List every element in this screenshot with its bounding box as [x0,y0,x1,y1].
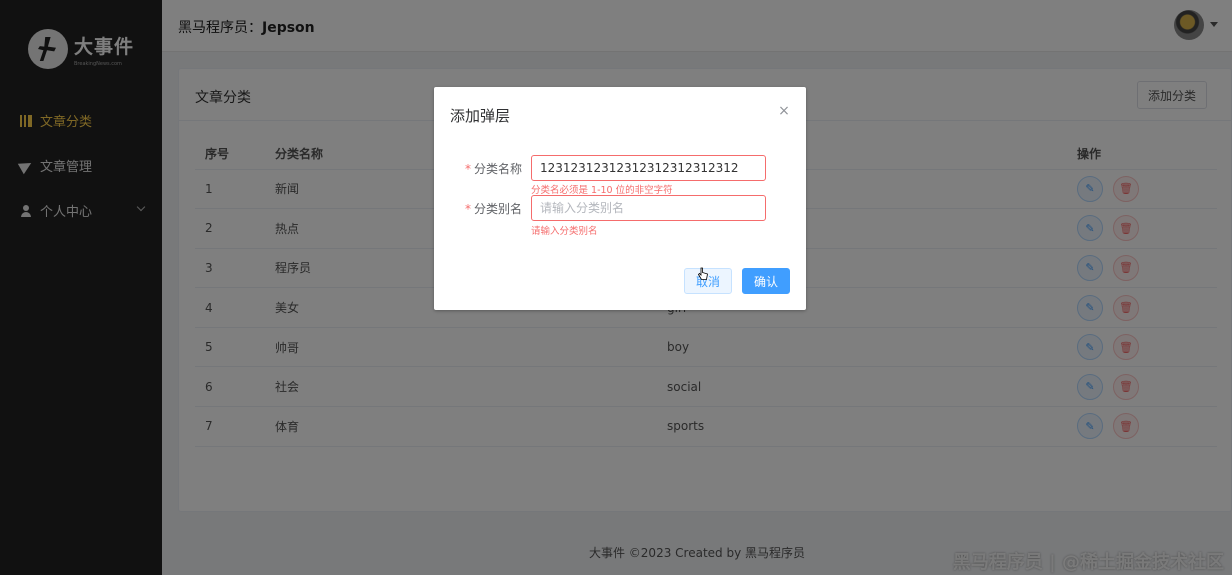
hand-cursor-icon [698,267,708,280]
form-row-alias: * 分类别名 [434,195,806,221]
add-category-dialog: 添加弹层 × *分类名称 分类名必须是 1-10 位的非空字符 *分类别名 请输… [434,87,806,310]
name-error-message: 分类名必须是 1-10 位的非空字符 [531,185,673,196]
alias-label-text: 分类别名 [473,202,522,216]
name-label-text: 分类名称 [473,162,522,176]
cancel-button[interactable]: 取消 [684,268,732,294]
form-row-name: * 分类名称 [434,155,806,181]
name-label: * 分类名称 [434,160,522,177]
required-asterisk: * [464,202,471,216]
category-name-input[interactable] [531,155,766,181]
alias-error-message: 请输入分类别名 [531,226,598,237]
confirm-button[interactable]: 确认 [742,268,790,294]
required-asterisk: * [464,162,471,176]
category-alias-input[interactable] [531,195,766,221]
close-icon[interactable]: × [778,104,790,118]
alias-label: * 分类别名 [434,200,522,217]
dialog-title: 添加弹层 [450,107,511,125]
